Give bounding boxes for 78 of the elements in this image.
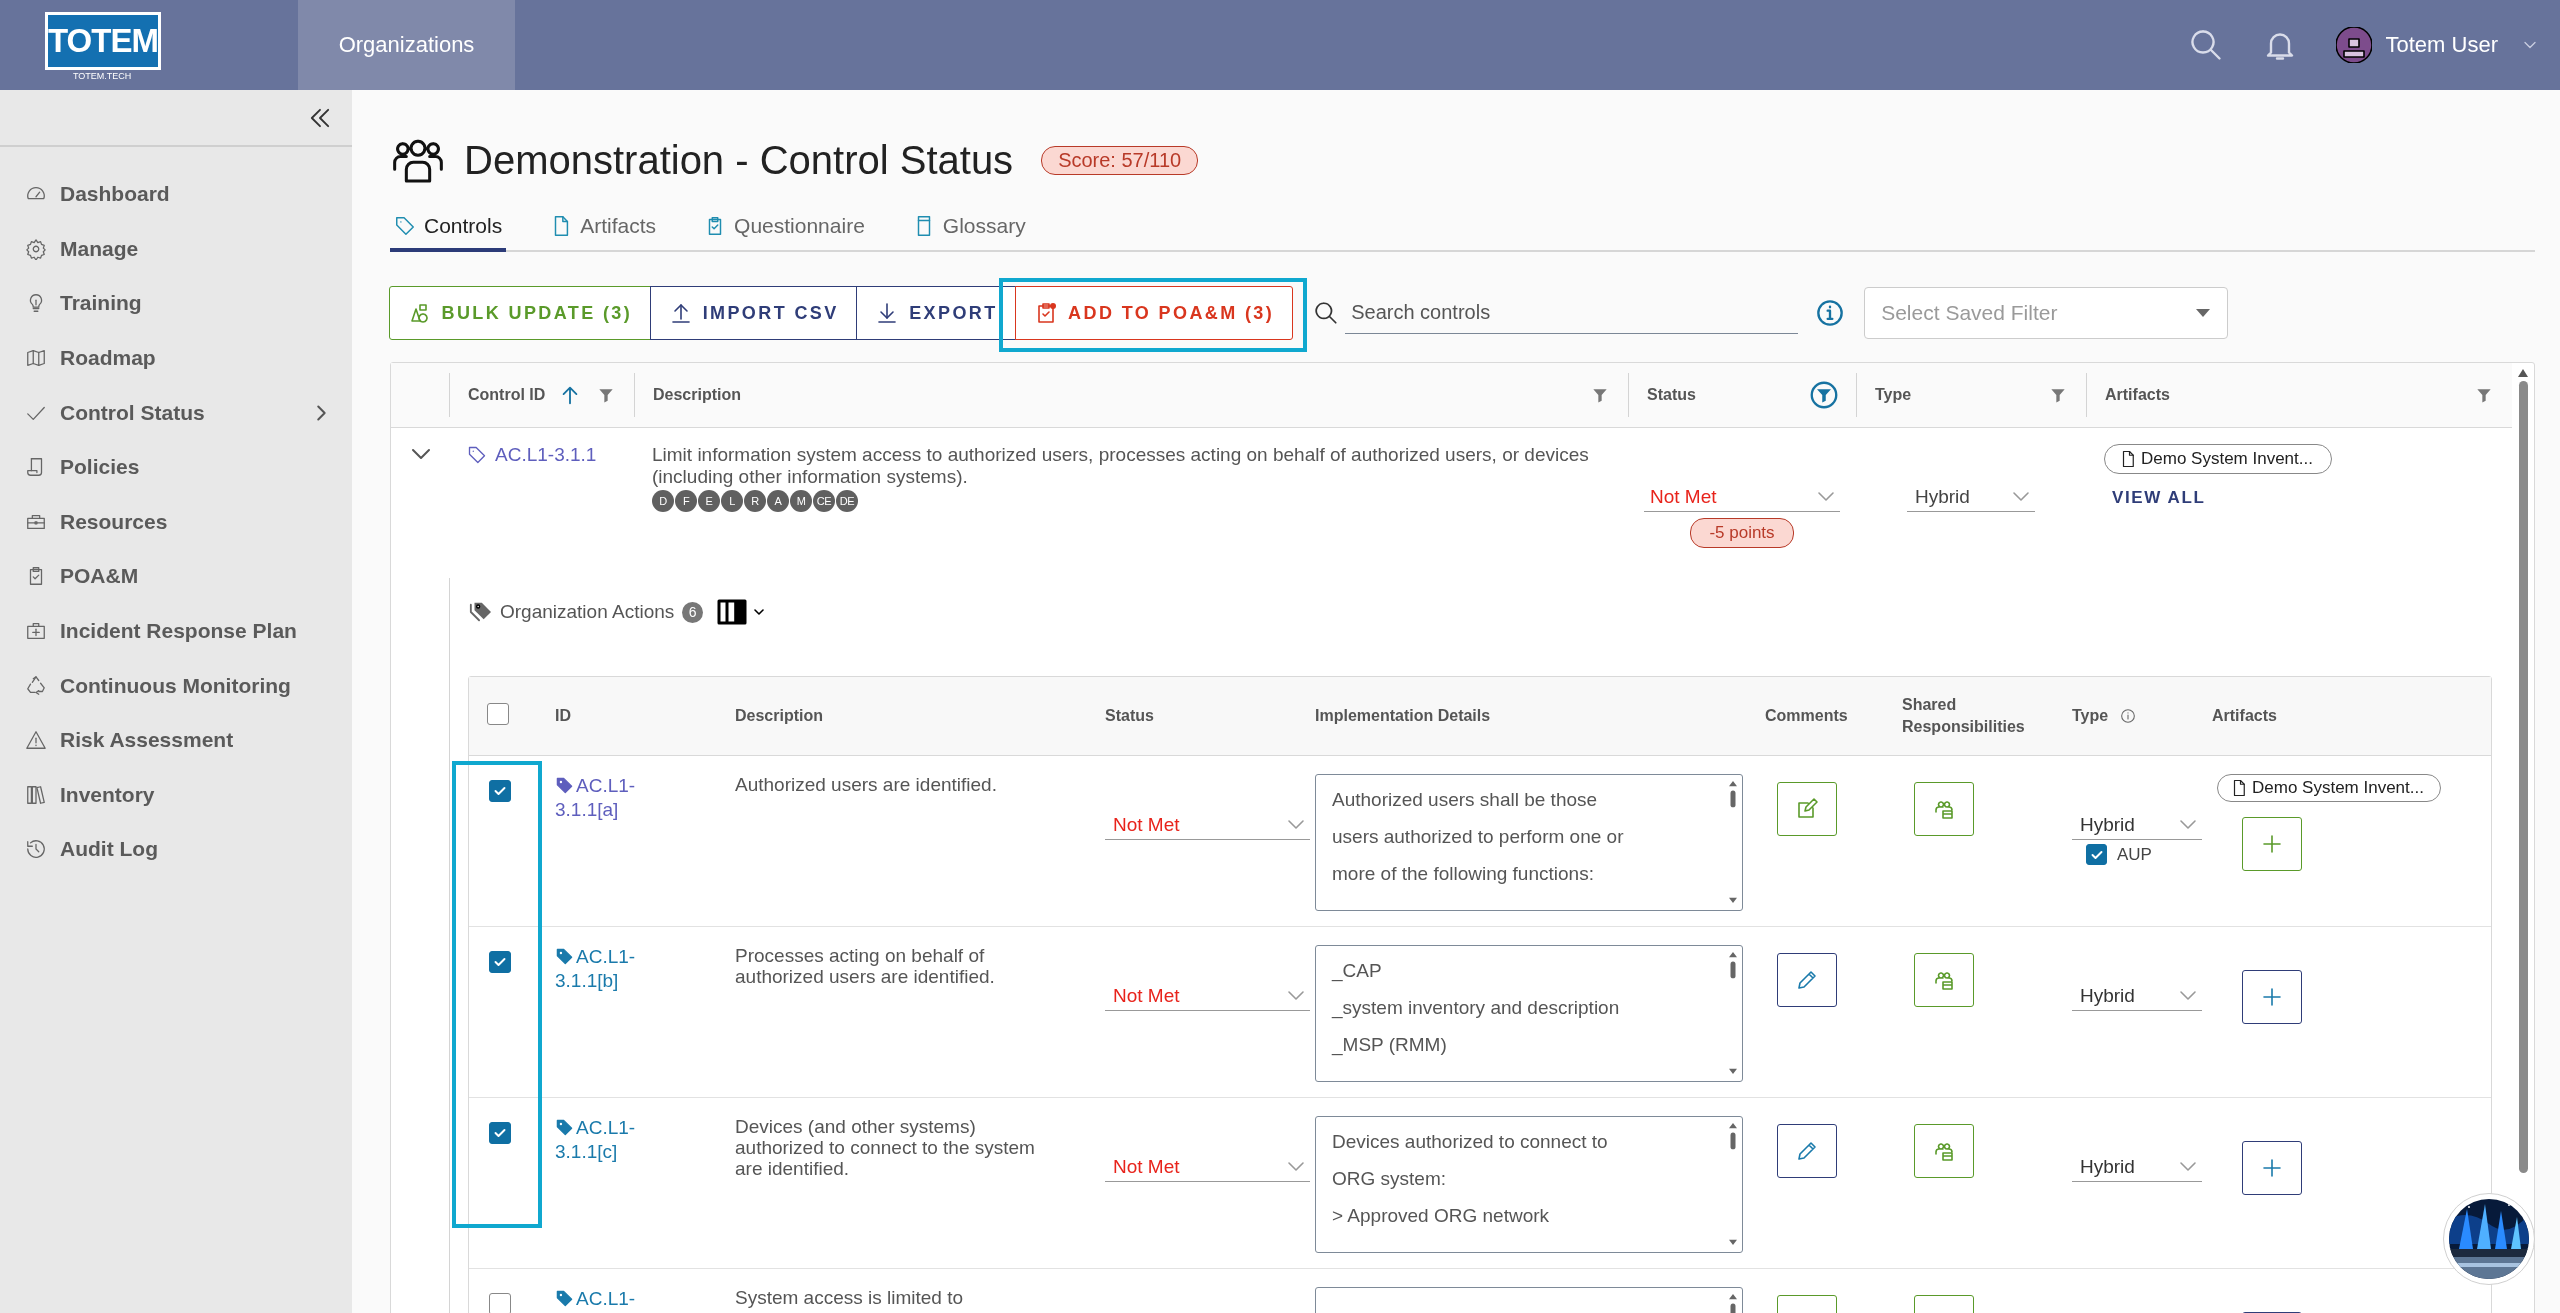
sidebar-item[interactable]: Incident Response Plan (0, 603, 352, 659)
user-name[interactable]: Totem User (2385, 32, 2498, 58)
search-field[interactable]: Search controls (1345, 292, 1799, 334)
implementation-field[interactable]: Authorized users shall be those users authorized to perform one or more of the following functions: (1315, 774, 1743, 911)
column-header: Type (2072, 706, 2109, 726)
control-id-link[interactable]: AC.L1-3.1.1 (467, 444, 597, 466)
aup-checkbox[interactable]: AUP (2086, 844, 2189, 865)
action-id-link[interactable]: AC.L1-3.1.1[b] (555, 945, 665, 993)
sidebar-item[interactable]: Control Status (0, 385, 352, 440)
category-badge: CE (813, 490, 835, 512)
sidebar-item[interactable]: Manage (0, 221, 352, 277)
toolbar-button[interactable]: EXPORT (856, 286, 1017, 340)
control-description: Limit information system access to authorized users, processes acting on behalf of authorized users, or devices (including other information systems). (652, 444, 1590, 488)
artifact-chip[interactable]: Demo System Invent... (2104, 444, 2332, 474)
action-description: Authorized users are identified. (735, 774, 998, 795)
toolbar-button[interactable]: BULK UPDATE (3) (388, 286, 652, 340)
action-description: Processes acting on behalf of authorized users are identified. (735, 945, 996, 987)
nav-tab[interactable]: Organizations (298, 0, 515, 90)
sidebar-item[interactable]: Training (0, 276, 352, 331)
column-header: Description (653, 386, 741, 404)
action-id-link[interactable]: AC.L1-3.1.1[c] (555, 1116, 665, 1164)
category-badge: A (767, 490, 789, 512)
sidebar-item[interactable]: Inventory (0, 767, 352, 823)
sidebar-item[interactable]: Risk Assessment (0, 712, 352, 768)
type-select[interactable]: Hybrid (2072, 981, 2202, 1011)
toolbar-button[interactable]: ADD TO POA&M (3) (1015, 286, 1294, 340)
sidebar-item[interactable]: Resources (0, 494, 352, 550)
column-header: Status (1105, 706, 1154, 726)
category-badge: E (698, 490, 720, 512)
points-label: -5 points (1690, 518, 1794, 548)
section-title: Organization Actions (500, 601, 675, 623)
column-header: Type (1875, 386, 1912, 404)
column-header: Shared Responsibilities (1902, 695, 2026, 737)
column-header: Control ID (468, 386, 546, 404)
count-badge: 6 (682, 601, 704, 623)
status-select[interactable]: Not Met (1105, 810, 1310, 840)
column-header: Comments (1765, 706, 1848, 726)
action-description: System access is limited to (735, 1287, 965, 1308)
implementation-field[interactable]: _CAP _system inventory and description _MSP (RMM) (1315, 945, 1743, 1082)
sidebar-item[interactable]: Audit Log (0, 822, 352, 877)
sidebar-item[interactable]: Policies (0, 439, 352, 495)
toolbar-button[interactable]: IMPORT CSV (649, 286, 858, 340)
status-select[interactable]: Not Met (1105, 981, 1310, 1011)
column-header: Artifacts (2212, 706, 2277, 726)
column-header: Description (735, 706, 823, 726)
column-header: Status (1647, 386, 1696, 404)
sidebar-item[interactable]: Continuous Monitoring (0, 658, 352, 713)
type-select[interactable]: Hybrid (1907, 482, 2035, 512)
sidebar-item[interactable]: POA&M (0, 549, 352, 604)
action-id-link[interactable]: AC.L1-3.1.1[a] (555, 774, 665, 822)
category-badge: R (744, 490, 766, 512)
page-title: Demonstration - Control Status (464, 137, 1014, 183)
logo[interactable]: TOTEM (45, 12, 161, 70)
column-header: Implementation Details (1315, 706, 1491, 726)
tab[interactable]: Controls (390, 206, 507, 252)
score-label: Score: 57/110 (1041, 145, 1199, 175)
sidebar-item[interactable]: Dashboard (0, 167, 352, 222)
column-header: ID (555, 706, 571, 726)
category-badge: DE (836, 490, 858, 512)
artifact-chip[interactable]: Demo System Invent... (2217, 774, 2441, 802)
column-header: Artifacts (2105, 386, 2170, 404)
category-badge: L (721, 490, 743, 512)
tab[interactable]: Artifacts (546, 206, 661, 252)
category-badge: F (675, 490, 697, 512)
sidebar-item[interactable]: Roadmap (0, 330, 352, 386)
action-id-link[interactable]: AC.L1- (555, 1287, 636, 1311)
tab[interactable]: Glossary (908, 206, 1030, 252)
tab[interactable]: Questionnaire (700, 206, 869, 252)
view-all-link[interactable]: VIEW ALL (2112, 488, 2494, 508)
implementation-field[interactable]: Devices authorized to connect to ORG system: > Approved ORG network (1315, 1116, 1743, 1253)
status-select[interactable]: Not Met (1105, 1152, 1310, 1182)
type-select[interactable]: Hybrid (2072, 1152, 2202, 1182)
type-select[interactable]: Hybrid (2072, 810, 2202, 840)
status-select[interactable]: Not Met (1644, 482, 1840, 512)
category-badge: M (790, 490, 812, 512)
action-description: Devices (and other systems) authorized to connect to the system are identified. (735, 1116, 1035, 1179)
category-badge: D (652, 490, 674, 512)
logo-subtext: TOTEM.TECH (73, 70, 132, 82)
